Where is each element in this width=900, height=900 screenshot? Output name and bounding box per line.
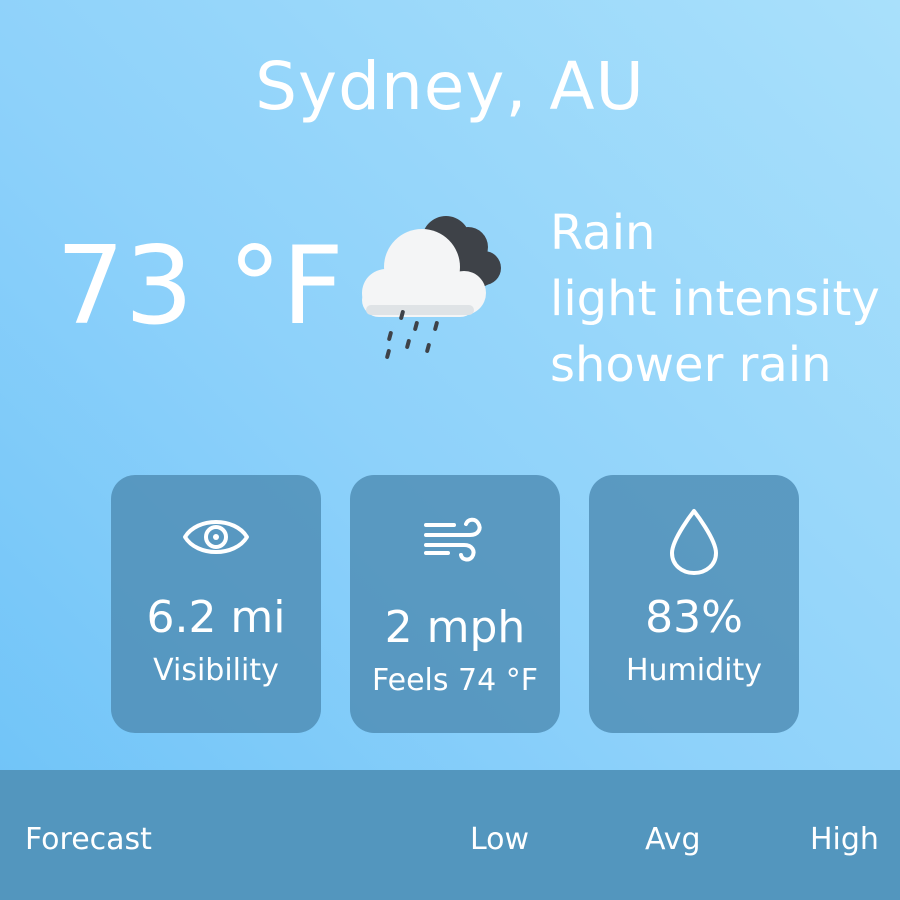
- humidity-label: Humidity: [625, 653, 763, 688]
- visibility-label: Visibility: [153, 653, 279, 688]
- condition-description: Rain light intensity shower rain: [550, 200, 880, 398]
- condition-main: Rain: [550, 205, 656, 261]
- wind-card: 2 mph Feels 74 °F: [350, 475, 560, 733]
- droplet-icon: [589, 507, 799, 577]
- forecast-low-column: Low: [470, 822, 530, 857]
- visibility-card: 6.2 mi Visibility: [111, 475, 321, 733]
- visibility-value: 6.2 mi: [146, 592, 286, 643]
- current-temperature: 73 °F: [56, 224, 344, 349]
- feels-like-label: Feels 74 °F: [372, 663, 538, 698]
- forecast-title: Forecast: [25, 822, 152, 857]
- wind-icon: [350, 507, 560, 577]
- eye-icon: [111, 507, 321, 577]
- humidity-card: 83% Humidity: [589, 475, 799, 733]
- condition-detail-line1: light intensity: [550, 271, 880, 327]
- forecast-high-column: High: [810, 822, 879, 857]
- city-title: Sydney, AU: [255, 48, 645, 125]
- condition-detail-line2: shower rain: [550, 337, 832, 393]
- humidity-value: 83%: [645, 592, 743, 643]
- forecast-header-bar: Forecast Low Avg High: [0, 770, 900, 900]
- forecast-avg-column: Avg: [645, 822, 701, 857]
- wind-speed-value: 2 mph: [384, 602, 526, 653]
- cloud-rain-icon: [362, 216, 501, 359]
